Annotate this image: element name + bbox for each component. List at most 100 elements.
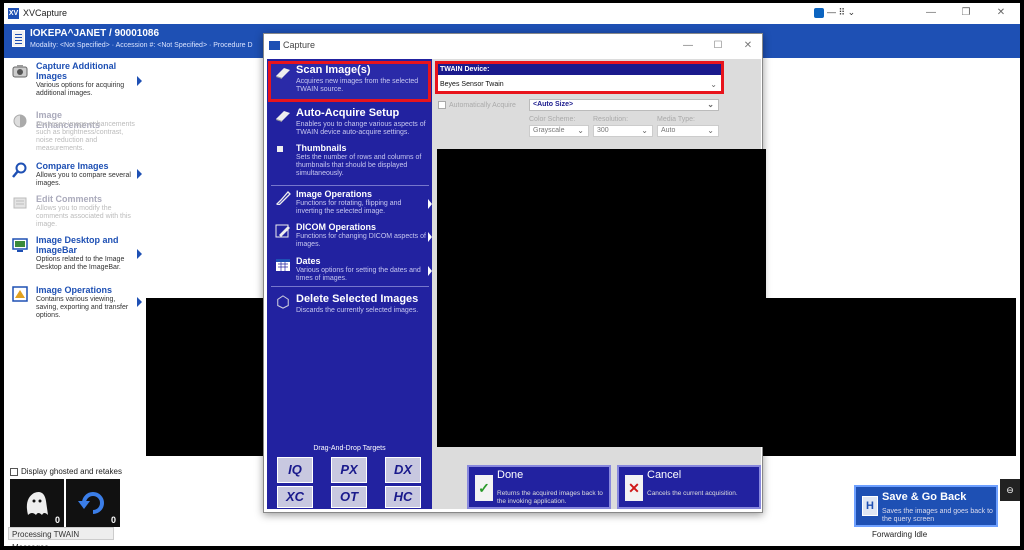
title-bar: XV XVCapture — ⠿ ⌄ — ❐ ✕ bbox=[4, 3, 1020, 23]
close-button[interactable]: ✕ bbox=[986, 5, 1016, 21]
ghost-count: 0 bbox=[54, 515, 60, 525]
minimize-button[interactable]: — bbox=[916, 5, 946, 21]
menu-item-title: Auto-Acquire Setup bbox=[296, 107, 400, 119]
widget-icon bbox=[814, 7, 824, 18]
sidebar-item-desc: Allows you to modify the comments associ… bbox=[36, 205, 131, 228]
capture-menu: Scan Image(s) Acquires new images from t… bbox=[267, 59, 432, 509]
chevron-down-icon: ⌄ bbox=[577, 126, 584, 135]
dnd-target-px[interactable]: PX bbox=[331, 457, 367, 483]
dialog-maximize-button[interactable]: ☐ bbox=[706, 38, 730, 54]
twain-device-value: Beyes Sensor Twain bbox=[440, 81, 504, 88]
ghost-thumbnail[interactable]: 0 bbox=[10, 479, 64, 527]
sidebar-item-enhancements: Image Enhancements Accesses image enhanc… bbox=[4, 110, 146, 158]
cancel-button[interactable]: ✕ Cancel Cancels the current acquisition… bbox=[617, 465, 761, 509]
brush-icon bbox=[275, 191, 291, 205]
sidebar-item-desc: Various options for acquiring additional… bbox=[36, 82, 125, 97]
cancel-desc: Cancels the current acquisition. bbox=[647, 490, 738, 497]
menu-item-auto-acquire[interactable]: Auto-Acquire Setup Enables you to change… bbox=[271, 107, 428, 139]
menu-item-dicom-operations[interactable]: DICOM Operations Functions for changing … bbox=[271, 222, 432, 252]
dnd-target-iq[interactable]: IQ bbox=[277, 457, 313, 483]
sidebar-item-title: Edit Comments bbox=[36, 194, 103, 204]
done-button[interactable]: ✓ Done Returns the acquired images back … bbox=[467, 465, 611, 509]
dnd-label: Drag-And-Drop Targets bbox=[313, 445, 386, 452]
menu-item-title: Image Operations bbox=[296, 189, 373, 199]
maximize-button[interactable]: ❐ bbox=[951, 5, 981, 21]
save-go-back-title: Save & Go Back bbox=[882, 491, 967, 503]
sidebar-item-title: Compare Images bbox=[36, 161, 109, 171]
checkbox-box[interactable] bbox=[438, 101, 446, 109]
patient-details: Modality: <Not Specified> · Accession #:… bbox=[30, 42, 253, 49]
image-size-value: <Auto Size> bbox=[533, 101, 574, 108]
menu-item-desc: Discards the currently selected images. bbox=[296, 307, 419, 314]
app-window: XV XVCapture — ⠿ ⌄ — ❐ ✕ IOKEPA^JANET / … bbox=[4, 3, 1020, 546]
dnd-target-hc[interactable]: HC bbox=[385, 486, 421, 508]
scan-preview bbox=[437, 149, 766, 447]
save-go-back-desc: Saves the images and goes back to the qu… bbox=[882, 508, 993, 523]
dnd-target-ot[interactable]: OT bbox=[331, 486, 367, 508]
sidebar-item-desc: Accesses image enhancements such as brig… bbox=[36, 121, 135, 152]
sidebar-item-operations[interactable]: Image Operations Contains various viewin… bbox=[4, 285, 146, 327]
x-icon: ✕ bbox=[625, 475, 643, 501]
color-scheme-label: Color Scheme: bbox=[529, 116, 576, 123]
edit-icon bbox=[275, 224, 290, 238]
resolution-select[interactable]: 300 ⌄ bbox=[593, 125, 653, 137]
capture-dialog: Capture — ☐ ✕ Scan Image(s) Acquires new… bbox=[263, 33, 766, 513]
dialog-close-button[interactable]: ✕ bbox=[736, 38, 760, 54]
save-go-back-button[interactable]: H Save & Go Back Saves the images and go… bbox=[854, 485, 998, 527]
color-scheme-select[interactable]: Grayscale ⌄ bbox=[529, 125, 589, 137]
thumbnails-icon bbox=[277, 146, 283, 152]
title-bar-widget[interactable]: — ⠿ ⌄ bbox=[814, 7, 855, 18]
chevron-right-icon bbox=[137, 297, 142, 307]
menu-item-title: Thumbnails bbox=[296, 143, 347, 153]
retake-thumbnail[interactable]: 0 bbox=[66, 479, 120, 527]
media-type-select[interactable]: Auto ⌄ bbox=[657, 125, 719, 137]
menu-item-scan[interactable]: Scan Image(s) Acquires new images from t… bbox=[271, 64, 428, 100]
dnd-target-dx[interactable]: DX bbox=[385, 457, 421, 483]
calendar-icon bbox=[276, 259, 290, 271]
menu-item-desc: Functions for changing DICOM aspects of … bbox=[296, 233, 426, 248]
sidebar-item-title: Capture Additional Images bbox=[36, 61, 117, 81]
sidebar-item-compare[interactable]: Compare Images Allows you to compare sev… bbox=[4, 161, 146, 191]
dialog-title-bar: Capture — ☐ ✕ bbox=[264, 34, 762, 58]
menu-icon[interactable] bbox=[12, 30, 25, 47]
twain-device-select[interactable]: Beyes Sensor Twain ⌄ bbox=[438, 78, 721, 91]
retake-count: 0 bbox=[110, 515, 116, 525]
chevron-right-icon bbox=[137, 76, 142, 86]
ghost-checkbox[interactable]: Display ghosted and retakes bbox=[10, 467, 122, 476]
menu-item-desc: Enables you to change various aspects of… bbox=[296, 121, 426, 136]
dialog-minimize-button[interactable]: — bbox=[676, 38, 700, 54]
sidebar-item-title: Image Desktop and ImageBar bbox=[36, 235, 119, 255]
menu-item-title: Scan Image(s) bbox=[296, 64, 371, 76]
menu-divider bbox=[271, 286, 429, 287]
chevron-down-icon: ⌄ bbox=[641, 126, 648, 135]
ghost-checkbox-label: Display ghosted and retakes bbox=[21, 467, 122, 476]
side-panel-icon[interactable]: ⊖ bbox=[1000, 479, 1020, 501]
enhance-icon bbox=[13, 114, 27, 128]
auto-acquire-label: Automatically Acquire bbox=[449, 101, 516, 109]
auto-acquire-icon bbox=[276, 111, 290, 122]
menu-item-delete[interactable]: Delete Selected Images Discards the curr… bbox=[271, 293, 428, 323]
auto-acquire-checkbox[interactable]: Automatically Acquire bbox=[438, 101, 516, 109]
chevron-down-icon: ⌄ bbox=[710, 80, 717, 89]
sidebar-item-desc: Allows you to compare several images. bbox=[36, 172, 131, 187]
menu-item-image-operations[interactable]: Image Operations Functions for rotating,… bbox=[271, 189, 432, 219]
resolution-label: Resolution: bbox=[593, 116, 629, 123]
dnd-target-xc[interactable]: XC bbox=[277, 486, 313, 508]
sidebar-item-desktop[interactable]: Image Desktop and ImageBar Options relat… bbox=[4, 235, 146, 275]
chevron-right-icon bbox=[137, 249, 142, 259]
menu-item-thumbnails[interactable]: Thumbnails Sets the number of rows and c… bbox=[271, 143, 428, 183]
image-size-select[interactable]: <Auto Size> ⌄ bbox=[529, 99, 719, 111]
app-icon: XV bbox=[8, 7, 19, 19]
sidebar-item-desc: Contains various viewing, saving, export… bbox=[36, 296, 129, 319]
comment-icon bbox=[13, 197, 27, 209]
save-icon: H bbox=[862, 496, 878, 516]
chevron-down-icon: ⌄ bbox=[707, 126, 714, 135]
color-scheme-value: Grayscale bbox=[533, 127, 565, 134]
magnifier-icon bbox=[12, 162, 27, 178]
sidebar-item-title: Image Operations bbox=[36, 285, 113, 295]
menu-item-dates[interactable]: Dates Various options for setting the da… bbox=[271, 256, 432, 286]
checkbox-box[interactable] bbox=[10, 467, 18, 476]
dialog-title: Capture bbox=[283, 40, 316, 50]
sidebar-item-capture[interactable]: Capture Additional Images Various option… bbox=[4, 61, 146, 101]
menu-divider bbox=[271, 185, 429, 186]
